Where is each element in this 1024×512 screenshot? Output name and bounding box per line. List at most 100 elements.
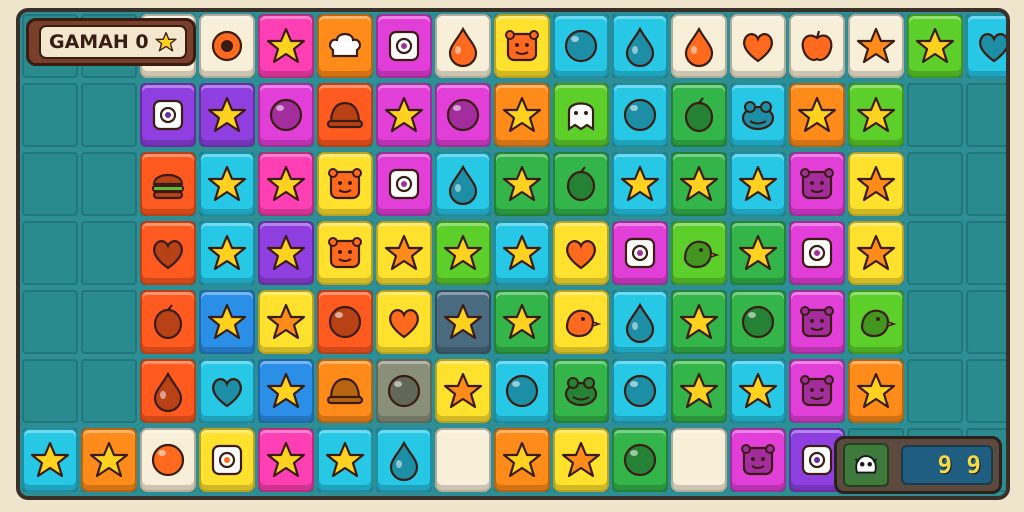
candy-tile[interactable] bbox=[258, 221, 314, 285]
candy-tile[interactable] bbox=[966, 14, 1006, 78]
candy-tile[interactable] bbox=[199, 83, 255, 147]
candy-tile[interactable] bbox=[789, 152, 845, 216]
candy-tile[interactable] bbox=[553, 14, 609, 78]
candy-tile[interactable] bbox=[435, 290, 491, 354]
candy-tile[interactable] bbox=[435, 221, 491, 285]
candy-tile[interactable] bbox=[671, 152, 727, 216]
candy-tile[interactable] bbox=[730, 83, 786, 147]
candy-tile[interactable] bbox=[317, 152, 373, 216]
candy-tile[interactable] bbox=[435, 428, 491, 492]
star-icon bbox=[266, 303, 306, 340]
candy-tile[interactable] bbox=[789, 83, 845, 147]
candy-tile[interactable] bbox=[22, 428, 78, 492]
candy-tile[interactable] bbox=[671, 83, 727, 147]
candy-tile[interactable] bbox=[199, 290, 255, 354]
candy-tile[interactable] bbox=[494, 290, 550, 354]
empty-cell bbox=[81, 83, 137, 147]
candy-tile[interactable] bbox=[553, 428, 609, 492]
candy-tile[interactable] bbox=[376, 152, 432, 216]
candy-tile[interactable] bbox=[317, 428, 373, 492]
candy-tile[interactable] bbox=[671, 359, 727, 423]
candy-tile[interactable] bbox=[494, 83, 550, 147]
candy-tile[interactable] bbox=[848, 290, 904, 354]
candy-tile[interactable] bbox=[140, 221, 196, 285]
candy-tile[interactable] bbox=[848, 152, 904, 216]
candy-tile[interactable] bbox=[199, 428, 255, 492]
candy-tile[interactable] bbox=[553, 359, 609, 423]
candy-tile[interactable] bbox=[730, 290, 786, 354]
candy-tile[interactable] bbox=[140, 428, 196, 492]
star-icon bbox=[502, 234, 542, 271]
candy-tile[interactable] bbox=[199, 221, 255, 285]
candy-tile[interactable] bbox=[789, 221, 845, 285]
candy-tile[interactable] bbox=[612, 152, 668, 216]
candy-tile[interactable] bbox=[140, 83, 196, 147]
ball-icon bbox=[623, 374, 657, 408]
candy-tile[interactable] bbox=[553, 152, 609, 216]
candy-tile[interactable] bbox=[199, 359, 255, 423]
candy-tile[interactable] bbox=[612, 290, 668, 354]
candy-tile[interactable] bbox=[848, 359, 904, 423]
candy-tile[interactable] bbox=[671, 428, 727, 492]
candy-tile[interactable] bbox=[907, 14, 963, 78]
candy-tile[interactable] bbox=[376, 221, 432, 285]
candy-tile[interactable] bbox=[376, 290, 432, 354]
star-icon bbox=[325, 441, 365, 478]
candy-tile[interactable] bbox=[376, 14, 432, 78]
candy-tile[interactable] bbox=[199, 14, 255, 78]
candy-tile[interactable] bbox=[612, 221, 668, 285]
candy-tile[interactable] bbox=[376, 359, 432, 423]
candy-tile[interactable] bbox=[494, 152, 550, 216]
star-icon bbox=[856, 234, 896, 271]
candy-tile[interactable] bbox=[848, 14, 904, 78]
candy-tile[interactable] bbox=[199, 152, 255, 216]
candy-tile[interactable] bbox=[730, 152, 786, 216]
candy-tile[interactable] bbox=[258, 152, 314, 216]
empty-cell bbox=[966, 290, 1006, 354]
candy-tile[interactable] bbox=[612, 359, 668, 423]
candy-tile[interactable] bbox=[671, 221, 727, 285]
candy-tile[interactable] bbox=[140, 359, 196, 423]
candy-tile[interactable] bbox=[140, 152, 196, 216]
candy-tile[interactable] bbox=[494, 428, 550, 492]
candy-tile[interactable] bbox=[612, 428, 668, 492]
candy-tile[interactable] bbox=[730, 359, 786, 423]
candy-tile[interactable] bbox=[258, 290, 314, 354]
candy-tile[interactable] bbox=[140, 290, 196, 354]
candy-tile[interactable] bbox=[671, 14, 727, 78]
candy-tile[interactable] bbox=[81, 428, 137, 492]
candy-tile[interactable] bbox=[730, 428, 786, 492]
candy-tile[interactable] bbox=[317, 359, 373, 423]
candy-tile[interactable] bbox=[376, 83, 432, 147]
candy-tile[interactable] bbox=[258, 359, 314, 423]
candy-tile[interactable] bbox=[730, 221, 786, 285]
candy-tile[interactable] bbox=[789, 290, 845, 354]
candy-tile[interactable] bbox=[317, 290, 373, 354]
candy-tile[interactable] bbox=[671, 290, 727, 354]
candy-tile[interactable] bbox=[435, 359, 491, 423]
candy-tile[interactable] bbox=[612, 83, 668, 147]
candy-tile[interactable] bbox=[258, 83, 314, 147]
candy-tile[interactable] bbox=[435, 152, 491, 216]
candy-tile[interactable] bbox=[494, 14, 550, 78]
candy-tile[interactable] bbox=[848, 221, 904, 285]
candy-tile[interactable] bbox=[317, 221, 373, 285]
candy-tile[interactable] bbox=[789, 359, 845, 423]
candy-tile[interactable] bbox=[494, 359, 550, 423]
candy-tile[interactable] bbox=[553, 83, 609, 147]
face-icon bbox=[388, 30, 420, 62]
candy-tile[interactable] bbox=[317, 14, 373, 78]
candy-tile[interactable] bbox=[317, 83, 373, 147]
candy-tile[interactable] bbox=[848, 83, 904, 147]
candy-tile[interactable] bbox=[789, 14, 845, 78]
candy-tile[interactable] bbox=[376, 428, 432, 492]
candy-tile[interactable] bbox=[494, 221, 550, 285]
candy-tile[interactable] bbox=[435, 83, 491, 147]
candy-tile[interactable] bbox=[553, 290, 609, 354]
candy-tile[interactable] bbox=[435, 14, 491, 78]
candy-tile[interactable] bbox=[258, 428, 314, 492]
candy-tile[interactable] bbox=[258, 14, 314, 78]
candy-tile[interactable] bbox=[553, 221, 609, 285]
candy-tile[interactable] bbox=[612, 14, 668, 78]
candy-tile[interactable] bbox=[730, 14, 786, 78]
